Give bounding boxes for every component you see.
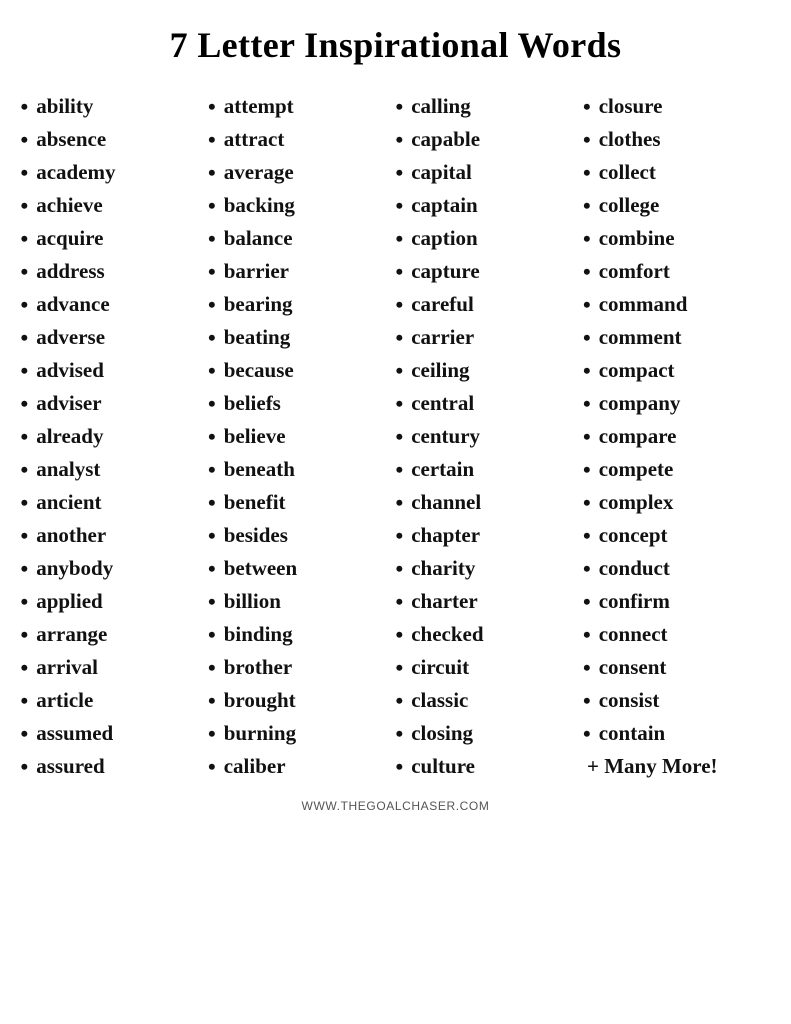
list-item: article xyxy=(21,684,209,717)
list-item: command xyxy=(583,288,771,321)
list-item: combine xyxy=(583,222,771,255)
list-item: anybody xyxy=(21,552,209,585)
list-item: closing xyxy=(396,717,584,750)
list-item: capable xyxy=(396,123,584,156)
list-item: collect xyxy=(583,156,771,189)
list-item: caliber xyxy=(208,750,396,783)
list-item: benefit xyxy=(208,486,396,519)
more-label: + Many More! xyxy=(583,750,771,782)
list-item: arrival xyxy=(21,651,209,684)
list-item: between xyxy=(208,552,396,585)
list-item: balance xyxy=(208,222,396,255)
list-item: calling xyxy=(396,90,584,123)
list-item: beating xyxy=(208,321,396,354)
list-item: central xyxy=(396,387,584,420)
list-item: careful xyxy=(396,288,584,321)
list-item: analyst xyxy=(21,453,209,486)
list-item: another xyxy=(21,519,209,552)
word-columns: abilityabsenceacademyachieveacquireaddre… xyxy=(21,90,771,783)
list-item: absence xyxy=(21,123,209,156)
list-item: compare xyxy=(583,420,771,453)
list-item: complex xyxy=(583,486,771,519)
list-item: charter xyxy=(396,585,584,618)
list-item: capture xyxy=(396,255,584,288)
list-item: besides xyxy=(208,519,396,552)
list-item: concept xyxy=(583,519,771,552)
list-item: charity xyxy=(396,552,584,585)
list-item: barrier xyxy=(208,255,396,288)
list-item: carrier xyxy=(396,321,584,354)
list-item: bearing xyxy=(208,288,396,321)
list-item: capital xyxy=(396,156,584,189)
list-item: brought xyxy=(208,684,396,717)
list-item: academy xyxy=(21,156,209,189)
list-item: clothes xyxy=(583,123,771,156)
list-item: ability xyxy=(21,90,209,123)
page-title: 7 Letter Inspirational Words xyxy=(170,24,622,66)
list-item: acquire xyxy=(21,222,209,255)
list-item: beneath xyxy=(208,453,396,486)
list-item: achieve xyxy=(21,189,209,222)
list-item: checked xyxy=(396,618,584,651)
list-item: attempt xyxy=(208,90,396,123)
list-item: adviser xyxy=(21,387,209,420)
list-item: consent xyxy=(583,651,771,684)
list-item: contain xyxy=(583,717,771,750)
list-item: ancient xyxy=(21,486,209,519)
list-item: because xyxy=(208,354,396,387)
list-item: captain xyxy=(396,189,584,222)
word-list-2: attemptattractaveragebackingbalancebarri… xyxy=(208,90,396,783)
list-item: address xyxy=(21,255,209,288)
list-item: confirm xyxy=(583,585,771,618)
list-item: burning xyxy=(208,717,396,750)
list-item: college xyxy=(583,189,771,222)
list-item: classic xyxy=(396,684,584,717)
list-item: century xyxy=(396,420,584,453)
list-item: backing xyxy=(208,189,396,222)
footer-url: WWW.THEGOALCHASER.COM xyxy=(302,799,490,813)
list-item: certain xyxy=(396,453,584,486)
list-item: connect xyxy=(583,618,771,651)
list-item: believe xyxy=(208,420,396,453)
list-item: comment xyxy=(583,321,771,354)
list-item: ceiling xyxy=(396,354,584,387)
list-item: company xyxy=(583,387,771,420)
list-item: binding xyxy=(208,618,396,651)
list-item: channel xyxy=(396,486,584,519)
list-item: advised xyxy=(21,354,209,387)
list-item: arrange xyxy=(21,618,209,651)
list-item: attract xyxy=(208,123,396,156)
list-item: average xyxy=(208,156,396,189)
list-item: brother xyxy=(208,651,396,684)
word-list-3: callingcapablecapitalcaptaincaptioncaptu… xyxy=(396,90,584,783)
list-item: compact xyxy=(583,354,771,387)
list-item: chapter xyxy=(396,519,584,552)
list-item: compete xyxy=(583,453,771,486)
list-item: comfort xyxy=(583,255,771,288)
list-item: closure xyxy=(583,90,771,123)
list-item: culture xyxy=(396,750,584,783)
list-item: caption xyxy=(396,222,584,255)
list-item: advance xyxy=(21,288,209,321)
word-list-4: closureclothescollectcollegecombinecomfo… xyxy=(583,90,771,782)
list-item: consist xyxy=(583,684,771,717)
list-item: billion xyxy=(208,585,396,618)
list-item: already xyxy=(21,420,209,453)
list-item: circuit xyxy=(396,651,584,684)
list-item: beliefs xyxy=(208,387,396,420)
list-item: applied xyxy=(21,585,209,618)
word-list-1: abilityabsenceacademyachieveacquireaddre… xyxy=(21,90,209,783)
list-item: assumed xyxy=(21,717,209,750)
list-item: assured xyxy=(21,750,209,783)
list-item: conduct xyxy=(583,552,771,585)
list-item: adverse xyxy=(21,321,209,354)
